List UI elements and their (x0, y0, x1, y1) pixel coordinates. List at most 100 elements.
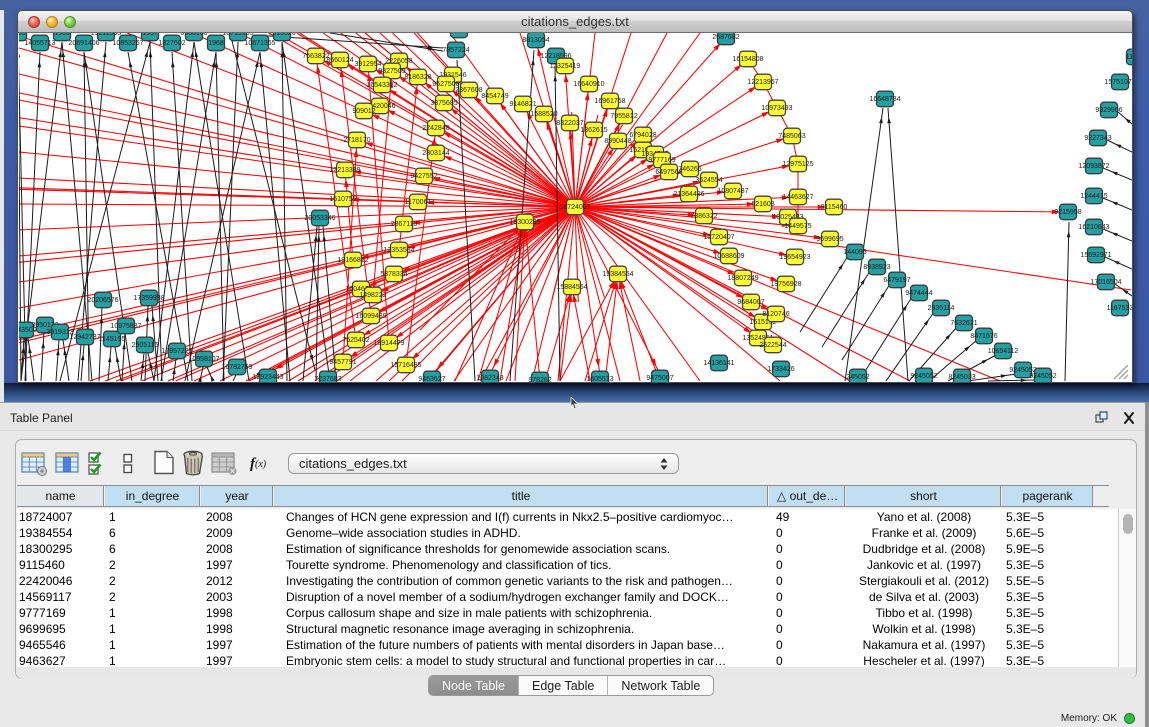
svg-text:9457791: 9457791 (329, 359, 356, 366)
svg-text:15692971: 15692971 (1080, 252, 1111, 259)
svg-text:1362615: 1362615 (580, 127, 607, 134)
svg-text:1968: 1968 (208, 40, 224, 47)
svg-text:8471676: 8471676 (970, 333, 997, 340)
svg-text:15720407: 15720407 (703, 234, 734, 241)
svg-text:8990448: 8990448 (604, 138, 631, 145)
svg-text:978262: 978262 (528, 377, 551, 382)
svg-text:11123: 11123 (1126, 54, 1132, 61)
svg-text:16210643: 16210643 (1078, 224, 1109, 231)
svg-text:12213967: 12213967 (747, 79, 778, 86)
svg-text:17016504: 17016504 (1090, 279, 1121, 286)
svg-text:7625402: 7625402 (342, 337, 369, 344)
svg-text:1588520: 1588520 (530, 111, 557, 118)
svg-text:6479197: 6479197 (883, 277, 910, 284)
svg-text:9146821: 9146821 (509, 101, 536, 108)
svg-text:8813054: 8813054 (522, 37, 549, 44)
svg-text:12923443: 12923443 (252, 374, 283, 381)
svg-text:1327602: 1327602 (158, 40, 185, 47)
svg-text:7485063: 7485063 (778, 133, 805, 140)
svg-text:2803144: 2803144 (422, 150, 449, 157)
svg-text:1969: 1969 (54, 33, 70, 37)
svg-text:9115460: 9115460 (821, 204, 848, 211)
svg-text:2242848: 2242848 (422, 125, 449, 132)
svg-text:2718170: 2718170 (343, 137, 370, 144)
svg-text:7386322: 7386322 (690, 213, 717, 220)
svg-text:9215958: 9215958 (1054, 209, 1081, 216)
svg-text:(x): (x) (255, 459, 267, 470)
svg-text:7955812: 7955812 (610, 113, 637, 120)
svg-text:1449575: 1449575 (784, 223, 811, 230)
svg-text:1953: 1953 (19, 33, 26, 37)
svg-text:2522544: 2522544 (759, 342, 786, 349)
svg-text:1145195: 1145195 (99, 336, 126, 343)
svg-text:19211935: 19211935 (91, 33, 122, 37)
svg-text:10807487: 10807487 (717, 188, 748, 195)
svg-text:9777169: 9777169 (648, 157, 675, 164)
svg-text:8120746: 8120746 (762, 311, 789, 318)
svg-text:9227343: 9227343 (1084, 135, 1111, 142)
svg-text:8245033: 8245033 (948, 374, 975, 381)
svg-text:10958107: 10958107 (188, 356, 219, 363)
svg-text:8938923: 8938923 (863, 264, 890, 271)
svg-text:12942737: 12942737 (69, 334, 100, 341)
svg-text:1733426: 1733426 (767, 366, 794, 373)
svg-text:8660124: 8660124 (326, 57, 353, 64)
svg-text:7515526: 7515526 (268, 33, 295, 37)
svg-text:10719155: 10719155 (222, 33, 253, 37)
svg-text:2505115: 2505115 (132, 342, 159, 349)
svg-text:8186328: 8186328 (404, 74, 431, 81)
svg-text:8322037: 8322037 (556, 120, 583, 127)
svg-text:9427552: 9427552 (410, 173, 437, 180)
svg-text:2935114: 2935114 (928, 305, 955, 312)
svg-text:9245052: 9245052 (910, 373, 937, 380)
svg-text:19654923: 19654923 (779, 254, 810, 261)
svg-text:10654112: 10654112 (988, 348, 1019, 355)
svg-text:20206576: 20206576 (87, 297, 118, 304)
svg-text:14055713: 14055713 (24, 40, 55, 47)
svg-text:10975887: 10975887 (110, 323, 141, 330)
svg-text:6794028: 6794028 (629, 132, 656, 139)
svg-text:17359938: 17359938 (133, 295, 164, 302)
svg-text:10671355: 10671355 (244, 40, 275, 47)
svg-text:18724007: 18724007 (559, 204, 590, 211)
svg-text:3624554: 3624554 (695, 177, 722, 184)
svg-text:16961758: 16961758 (594, 98, 625, 105)
svg-text:9475007: 9475007 (646, 375, 673, 382)
svg-text:19166822: 19166822 (337, 257, 368, 264)
svg-text:16648784: 16648784 (869, 96, 900, 103)
svg-text:9327509: 9327509 (378, 68, 405, 75)
svg-text:15884564: 15884564 (556, 284, 587, 291)
svg-text:6966160: 6966160 (180, 33, 207, 37)
svg-text:2867110: 2867110 (391, 221, 418, 228)
svg-text:16154808: 16154808 (732, 56, 763, 63)
svg-text:746266: 746266 (678, 166, 701, 173)
svg-text:9699695: 9699695 (816, 236, 843, 243)
svg-text:12353584: 12353584 (383, 247, 414, 254)
svg-text:8454749: 8454749 (481, 93, 508, 100)
svg-text:1082343: 1082343 (476, 375, 503, 382)
svg-text:18300295: 18300295 (509, 219, 540, 226)
svg-text:1957: 1957 (142, 33, 158, 37)
svg-text:12213389: 12213389 (329, 167, 360, 174)
svg-text:19384554: 19384554 (602, 271, 633, 278)
svg-text:15716485: 15716485 (390, 362, 421, 369)
svg-text:909012: 909012 (352, 108, 375, 115)
svg-text:21364436: 21364436 (673, 191, 704, 198)
svg-text:20691406: 20691406 (68, 40, 99, 47)
svg-text:1610755: 1610755 (329, 196, 356, 203)
svg-text:1167533: 1167533 (1107, 305, 1132, 312)
svg-text:14463627: 14463627 (782, 194, 813, 201)
svg-text:16640910: 16640910 (573, 81, 604, 88)
svg-text:17957225: 17957225 (161, 348, 192, 355)
svg-text:11325419: 11325419 (550, 63, 581, 70)
svg-text:2367608: 2367608 (455, 87, 482, 94)
svg-text:10853267: 10853267 (112, 40, 143, 47)
svg-text:9684007: 9684007 (737, 299, 764, 306)
svg-text:5878334: 5878334 (380, 271, 407, 278)
svg-text:16782759: 16782759 (221, 364, 252, 371)
svg-text:20053346: 20053346 (304, 215, 335, 222)
svg-text:7632621: 7632621 (950, 320, 977, 327)
svg-text:3912954: 3912954 (354, 61, 381, 68)
svg-text:7857224: 7857224 (442, 47, 469, 54)
svg-text:18807249: 18807249 (727, 275, 758, 282)
